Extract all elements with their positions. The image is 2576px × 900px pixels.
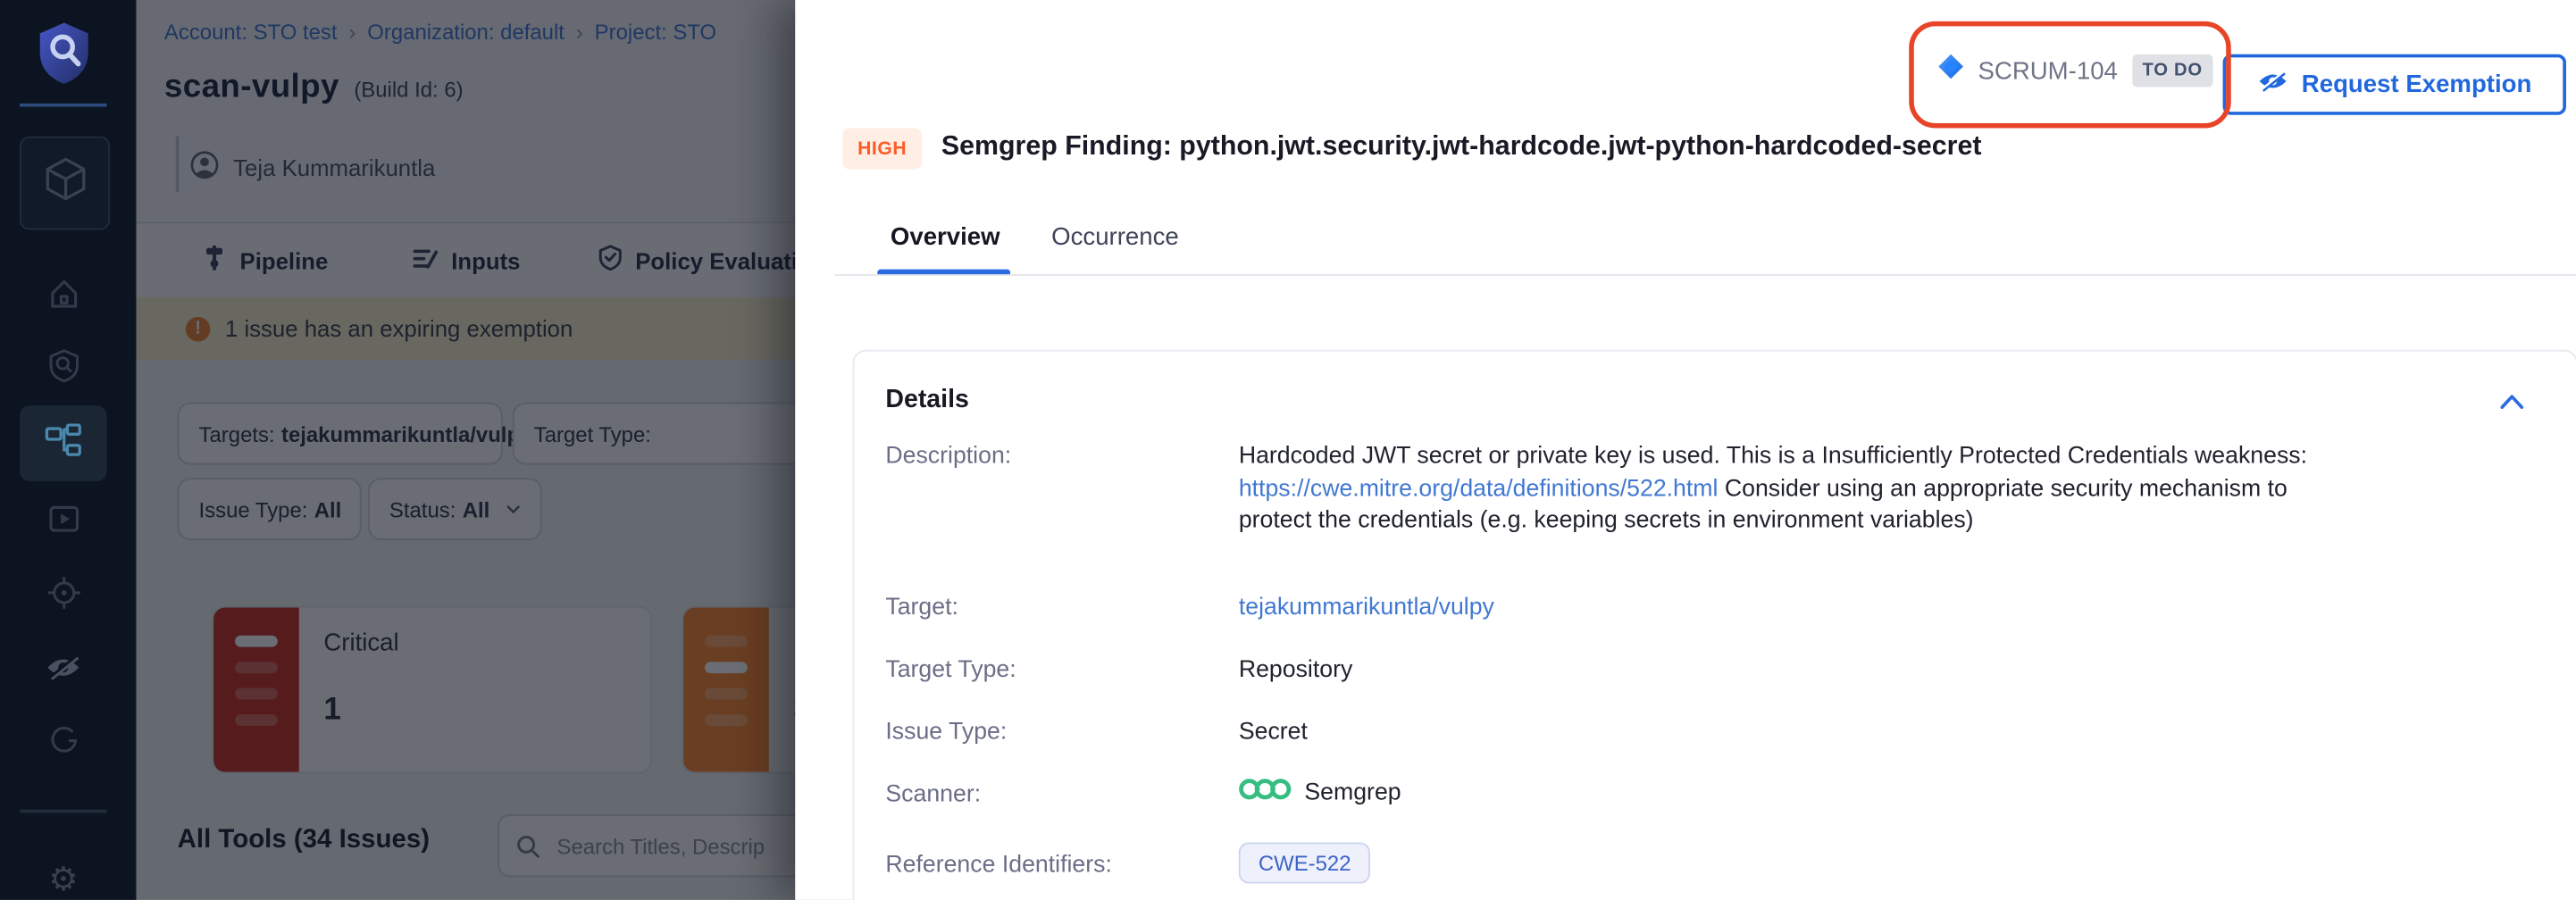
play-box-icon [46,502,79,543]
target-icon [46,576,79,617]
severity-badge-high: HIGH [843,128,922,169]
sidebar-item-security-review[interactable] [20,634,106,710]
sto-shield-search-logo-icon [34,21,93,91]
details-heading: Details [885,386,969,415]
scanner-value: Semgrep [1239,775,1401,810]
request-exemption-button[interactable]: Request Exemption [2223,54,2566,115]
sidebar-item-home[interactable] [20,260,106,336]
tab-occurrence[interactable]: Occurrence [1051,223,1179,251]
semgrep-rings-icon [1239,775,1292,810]
sidebar-item-getting-started[interactable] [20,706,106,782]
home-icon [46,277,79,318]
eye-off-icon [45,654,82,689]
sto-logo[interactable] [20,26,106,85]
target-type-label: Target Type: [885,657,1016,683]
app-viewport: ⚙ Account: STO test › Organization: defa… [0,0,2576,900]
target-value: tejakummarikuntla/vulpy [1239,595,1494,621]
left-nav: ⚙ [0,0,137,900]
nav-divider-bottom [20,810,106,813]
description-text-1: Hardcoded JWT secret or private key is u… [1239,444,2307,470]
chevron-up-icon[interactable] [2500,388,2523,417]
target-label: Target: [885,595,958,621]
nav-divider-top [20,104,106,107]
request-exemption-label: Request Exemption [2302,71,2532,98]
eye-off-icon [2257,69,2288,100]
sidebar-item-scans[interactable] [20,332,106,408]
sidebar-item-executions[interactable] [20,485,106,561]
scanner-name: Semgrep [1304,779,1401,805]
issue-type-label: Issue Type: [885,720,1007,746]
details-card: Details Description: Hardcoded JWT secre… [853,350,2576,900]
target-type-value: Repository [1239,657,1352,683]
tabs-divider [834,274,2576,276]
sidebar-item-module[interactable] [20,137,110,230]
annotation-highlight-box [1909,21,2231,129]
description-label: Description: [885,444,1011,470]
shield-search-icon [46,348,79,391]
issue-type-value: Secret [1239,720,1308,746]
gauge-power-icon [46,723,79,764]
sidebar-item-settings[interactable]: ⚙ [20,843,106,900]
cwe-link[interactable]: https://cwe.mitre.org/data/definitions/5… [1239,475,1719,501]
finding-title: Semgrep Finding: python.jwt.security.jwt… [941,131,1982,162]
finding-detail-drawer: SCRUM-104 TO DO Request Exemption HIGH S… [795,0,2576,900]
gear-icon: ⚙ [48,863,78,896]
tab-overview[interactable]: Overview [891,223,1000,251]
description-value: Hardcoded JWT secret or private key is u… [1239,442,2327,538]
scanner-label: Scanner: [885,782,981,808]
cwe-chip[interactable]: CWE-522 [1239,843,1371,884]
sidebar-item-targets[interactable] [20,558,106,634]
flowchart-pipelines-icon [45,423,82,464]
sidebar-item-pipelines-selected[interactable] [20,405,106,481]
reference-identifiers-label: Reference Identifiers: [885,853,1112,879]
cube-icon [44,156,87,211]
target-link[interactable]: tejakummarikuntla/vulpy [1239,595,1494,621]
